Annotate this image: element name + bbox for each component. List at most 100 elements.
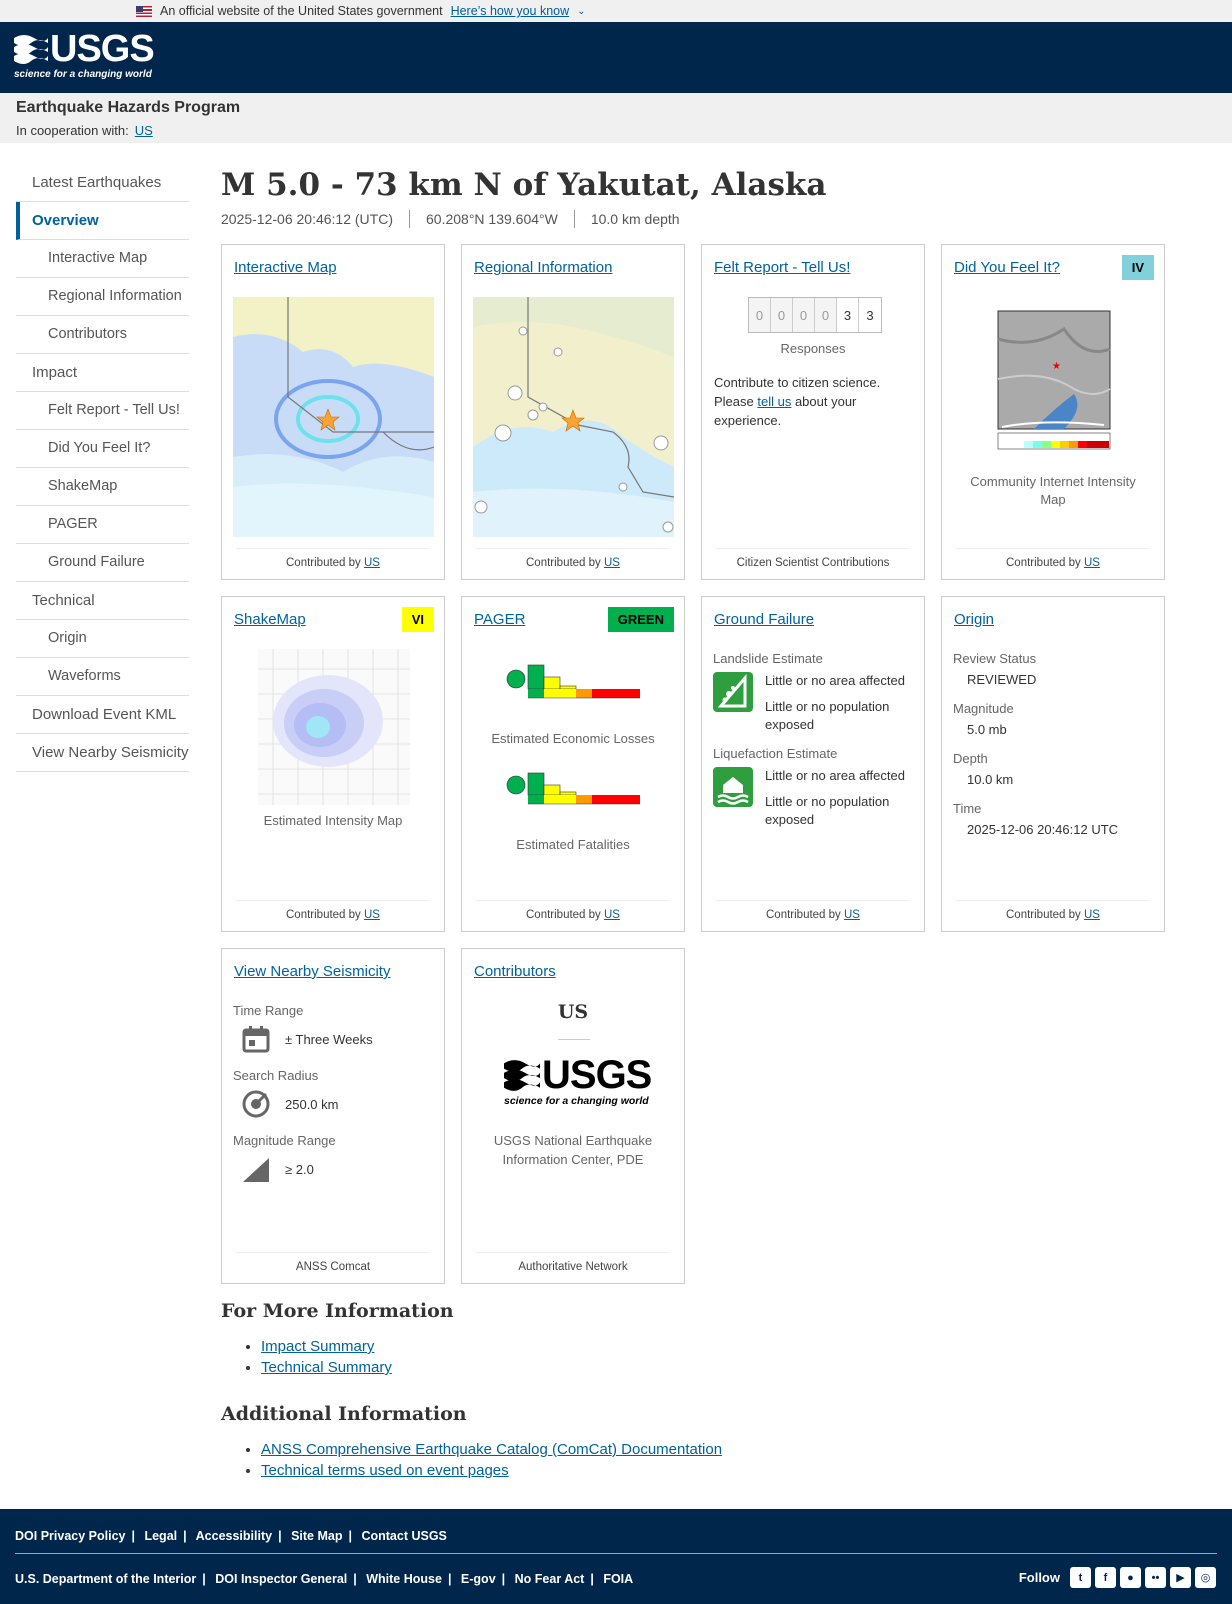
pager-link[interactable]: PAGER <box>474 611 525 628</box>
contributors-link[interactable]: Contributors <box>474 963 556 980</box>
felt-report-card: Felt Report - Tell Us! 0 0 0 0 3 3 Respo… <box>701 244 925 580</box>
impact-summary-link[interactable]: Impact Summary <box>261 1338 374 1355</box>
youtube-icon[interactable]: ▶ <box>1170 1567 1191 1588</box>
review-status-value: REVIEWED <box>967 672 1037 687</box>
ground-failure-link[interactable]: Ground Failure <box>714 611 814 628</box>
divider <box>409 210 410 228</box>
chevron-down-icon[interactable]: ⌄ <box>577 6 585 17</box>
cooperation-link[interactable]: US <box>135 123 153 138</box>
usgs-wave-icon <box>14 35 48 64</box>
responses-label: Responses <box>780 341 846 356</box>
contributor-link[interactable]: US <box>364 557 380 569</box>
contributor-link[interactable]: US <box>604 557 620 569</box>
sidebar-item-shakemap[interactable]: ShakeMap <box>16 468 189 506</box>
contributed-by-label: Contributed by <box>1006 557 1081 569</box>
usgs-wordmark: USGS <box>50 28 155 70</box>
list-item: Technical Summary <box>261 1357 1021 1378</box>
footer-link-privacy[interactable]: DOI Privacy Policy <box>15 1529 125 1543</box>
facebook-icon[interactable]: f <box>1095 1567 1116 1588</box>
additional-information-section: Additional Information ANSS Comprehensiv… <box>221 1403 1021 1481</box>
flickr-icon[interactable]: •• <box>1145 1567 1166 1588</box>
dyfi-map-thumbnail[interactable]: ★ <box>994 299 1114 453</box>
footer-link-doi[interactable]: U.S. Department of the Interior <box>15 1572 196 1586</box>
magnitude-range-row: ≥ 2.0 <box>241 1154 434 1184</box>
contributed-by-label: Contributed by <box>286 909 361 921</box>
footer-link-site-map[interactable]: Site Map <box>291 1529 342 1543</box>
list-item: Technical terms used on event pages <box>261 1460 1021 1481</box>
sidebar-item-regional-information[interactable]: Regional Information <box>16 278 189 316</box>
contributor-link[interactable]: US <box>604 909 620 921</box>
magnitude-range-label: Magnitude Range <box>233 1133 336 1148</box>
interactive-map-link[interactable]: Interactive Map <box>234 259 337 276</box>
footer-link-inspector-general[interactable]: DOI Inspector General <box>215 1572 347 1586</box>
landslide-icon <box>713 672 753 712</box>
sidebar-item-latest-earthquakes[interactable]: Latest Earthquakes <box>16 164 189 202</box>
instagram-icon[interactable]: ◎ <box>1195 1567 1216 1588</box>
sidebar-item-waveforms[interactable]: Waveforms <box>16 658 189 696</box>
sidebar-item-impact[interactable]: Impact <box>16 354 189 392</box>
search-radius-label: Search Radius <box>233 1068 319 1083</box>
list-item: ANSS Comprehensive Earthquake Catalog (C… <box>261 1439 1021 1460</box>
contributor-link[interactable]: US <box>844 909 860 921</box>
footer-links-secondary: U.S. Department of the Interior | DOI Ins… <box>15 1572 634 1586</box>
github-icon[interactable]: ● <box>1120 1567 1141 1588</box>
footer-link-contact[interactable]: Contact USGS <box>361 1529 446 1543</box>
nearby-seismicity-params: Time Range ± Three Weeks Search Radius 2… <box>233 1003 434 1184</box>
economic-losses-histogram[interactable] <box>506 659 642 720</box>
sidebar-item-felt-report[interactable]: Felt Report - Tell Us! <box>16 392 189 430</box>
felt-report-link[interactable]: Felt Report - Tell Us! <box>714 259 850 276</box>
origin-link[interactable]: Origin <box>954 611 994 628</box>
contributor-link[interactable]: US <box>1084 909 1100 921</box>
sidebar-item-ground-failure[interactable]: Ground Failure <box>16 544 189 582</box>
sidebar-item-origin[interactable]: Origin <box>16 620 189 658</box>
origin-details: Review Status REVIEWED Magnitude 5.0 mb … <box>953 651 1154 837</box>
nearby-seismicity-link[interactable]: View Nearby Seismicity <box>234 963 390 980</box>
fatalities-histogram[interactable] <box>506 767 642 828</box>
sidebar-item-contributors[interactable]: Contributors <box>16 316 189 354</box>
shakemap-link[interactable]: ShakeMap <box>234 611 306 628</box>
time-label: Time <box>953 801 982 816</box>
contributor-link[interactable]: US <box>364 909 380 921</box>
footer-divider <box>15 1553 1217 1554</box>
how-you-know-link[interactable]: Here’s how you know <box>451 4 570 18</box>
regional-information-link[interactable]: Regional Information <box>474 259 612 276</box>
regional-map-thumbnail[interactable] <box>473 297 674 537</box>
sidebar-item-pager[interactable]: PAGER <box>16 506 189 544</box>
tell-us-link[interactable]: tell us <box>757 394 791 409</box>
depth-value: 10.0 km <box>967 772 1014 787</box>
usgs-logo[interactable]: USGS science for a changing world <box>14 28 155 80</box>
pager-card: PAGER GREEN Estimated Economic Losses Es… <box>461 596 685 932</box>
shakemap-thumbnail[interactable] <box>258 649 410 805</box>
footer-link-no-fear[interactable]: No Fear Act <box>515 1572 585 1586</box>
footer-links-primary: DOI Privacy Policy | Legal | Accessibility… <box>15 1529 447 1543</box>
contributed-by-label: Contributed by <box>766 909 841 921</box>
ground-failure-body: Landslide Estimate Little or no area aff… <box>713 651 914 829</box>
counter-digit: 3 <box>859 298 881 332</box>
sidebar-item-interactive-map[interactable]: Interactive Map <box>16 240 189 278</box>
technical-summary-link[interactable]: Technical Summary <box>261 1359 392 1376</box>
footer-link-foia[interactable]: FOIA <box>603 1572 633 1586</box>
sidebar-item-technical[interactable]: Technical <box>16 582 189 620</box>
footer-link-legal[interactable]: Legal <box>144 1529 177 1543</box>
footer-link-white-house[interactable]: White House <box>366 1572 442 1586</box>
program-title[interactable]: Earthquake Hazards Program <box>16 99 1216 117</box>
cooperation-label: In cooperation with: <box>16 123 129 138</box>
comcat-documentation-link[interactable]: ANSS Comprehensive Earthquake Catalog (C… <box>261 1441 722 1458</box>
twitter-icon[interactable]: t <box>1070 1567 1091 1588</box>
footer-link-accessibility[interactable]: Accessibility <box>196 1529 272 1543</box>
site-footer: DOI Privacy Policy | Legal | Accessibility… <box>0 1509 1232 1604</box>
card-footer: Authoritative Network <box>476 1252 670 1273</box>
shakemap-card: ShakeMap VI Estimated Intensity Map Cont… <box>221 596 445 932</box>
dyfi-link[interactable]: Did You Feel It? <box>954 259 1060 276</box>
footer-link-egov[interactable]: E-gov <box>461 1572 496 1586</box>
contributor-link[interactable]: US <box>1084 557 1100 569</box>
sidebar-item-download-kml[interactable]: Download Event KML <box>16 696 189 734</box>
usgs-tagline: science for a changing world <box>504 1095 649 1107</box>
svg-text:★: ★ <box>1052 361 1061 372</box>
sidebar-item-nearby-seismicity[interactable]: View Nearby Seismicity <box>16 734 189 772</box>
search-radius-value: 250.0 km <box>285 1096 339 1112</box>
interactive-map-thumbnail[interactable] <box>233 297 434 537</box>
technical-terms-link[interactable]: Technical terms used on event pages <box>261 1462 509 1479</box>
sidebar-item-dyfi[interactable]: Did You Feel It? <box>16 430 189 468</box>
sidebar-item-overview[interactable]: Overview <box>16 202 189 240</box>
